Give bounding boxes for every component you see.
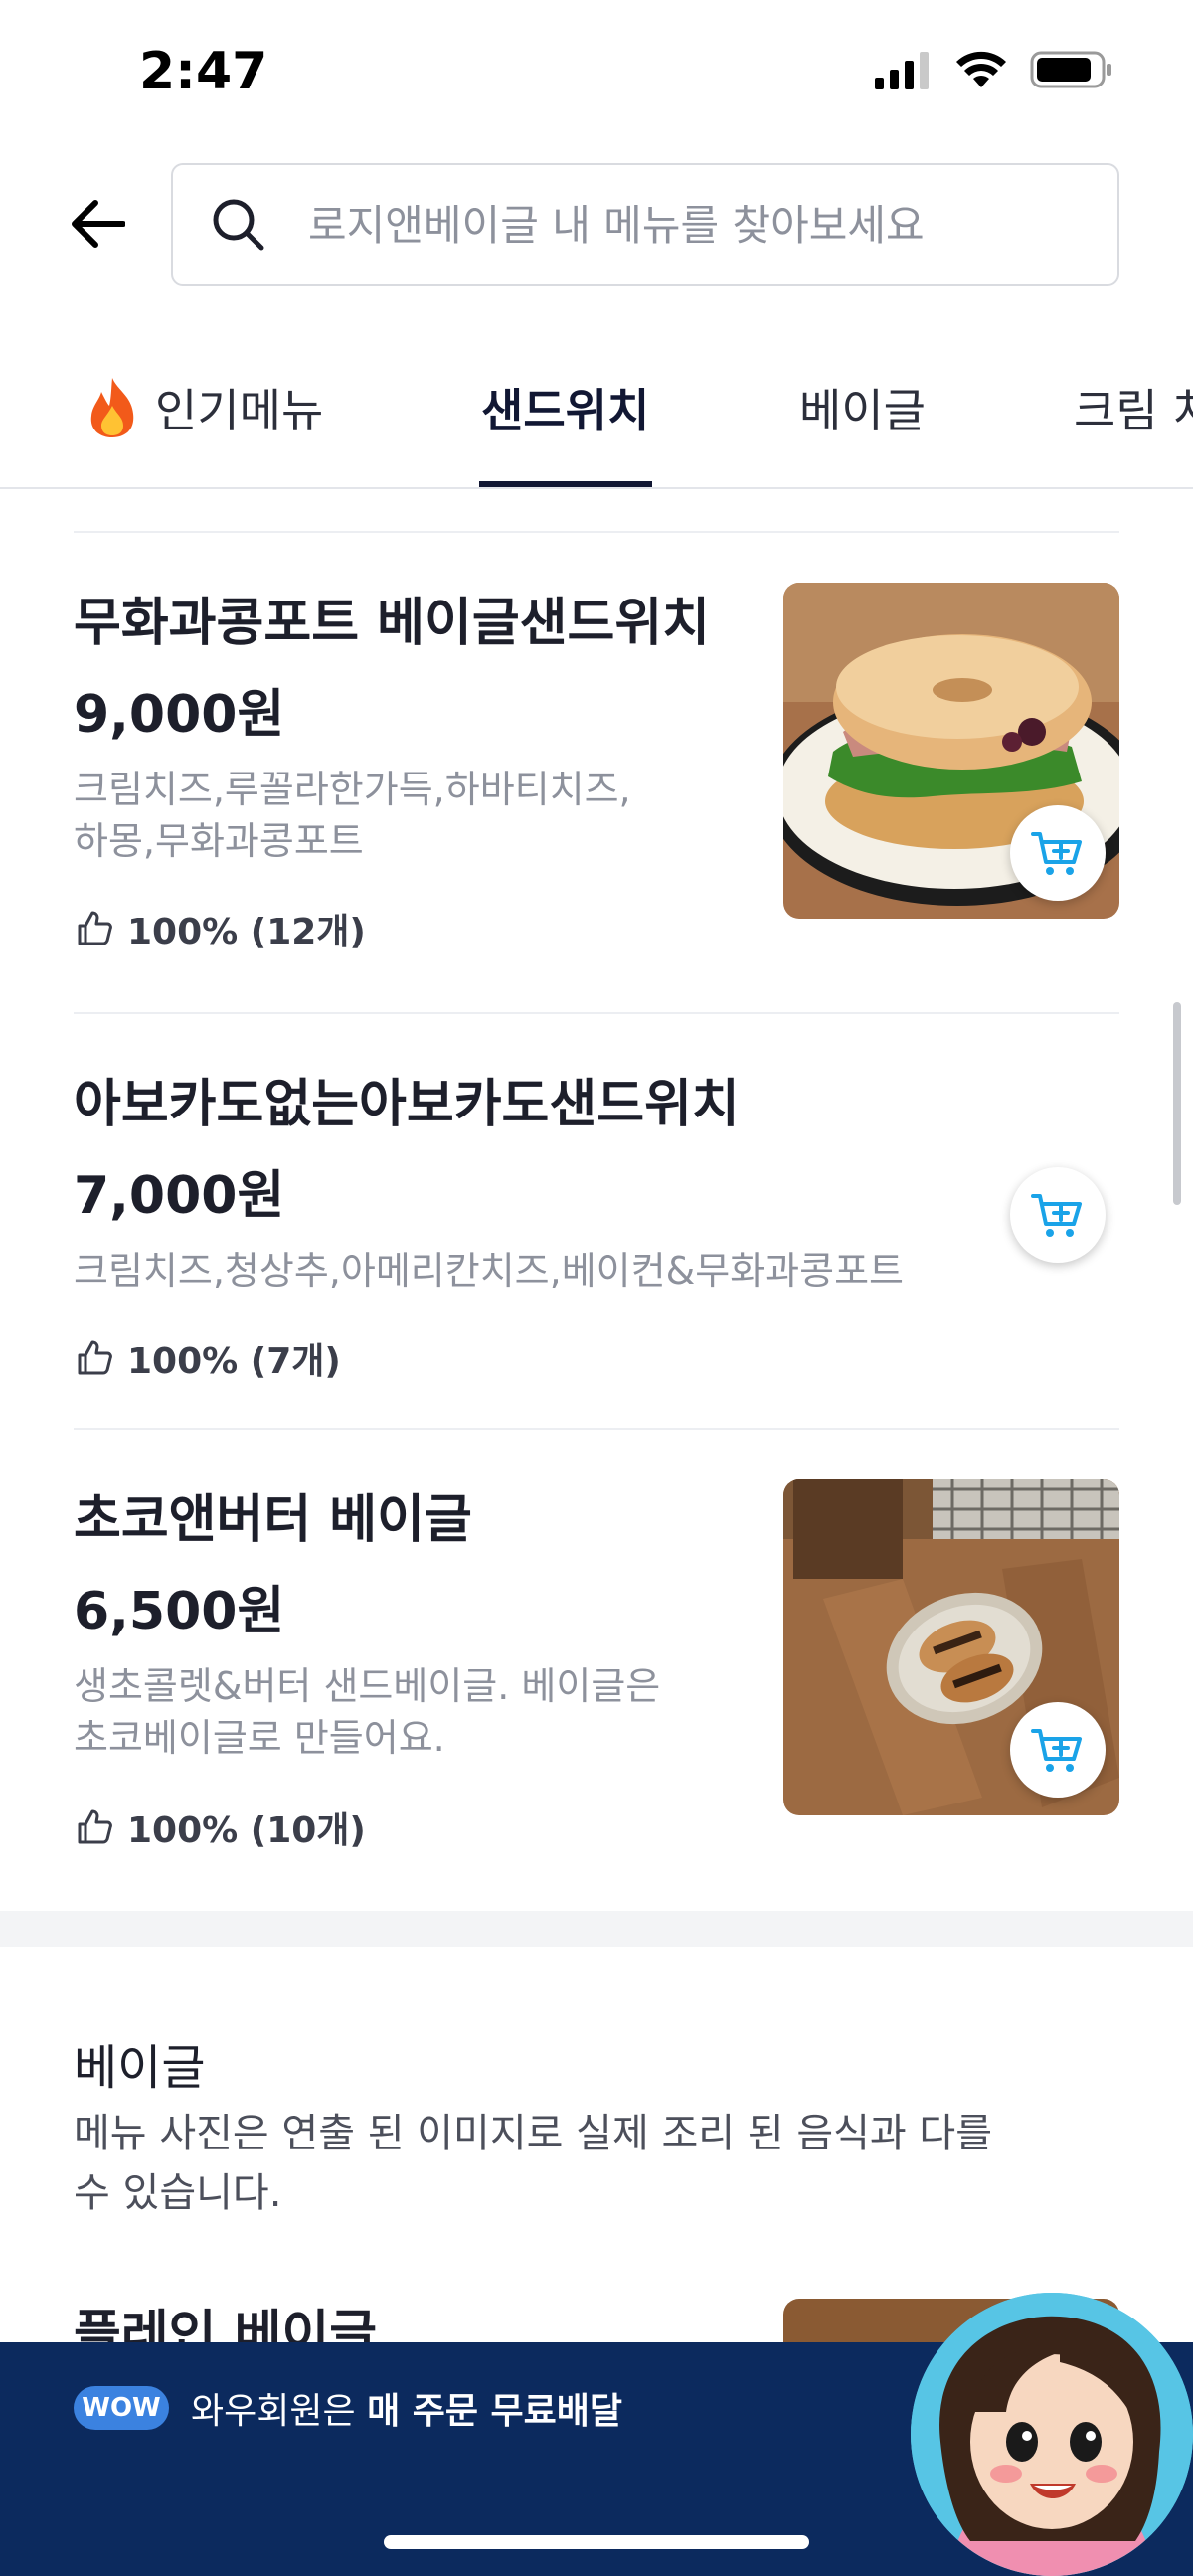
menu-item-description-line: 생초콜렛&버터 샌드베이글. 베이글은: [74, 1664, 661, 1708]
tab-sandwich[interactable]: 샌드위치: [481, 368, 649, 447]
thumbs-up-icon: [78, 911, 112, 945]
category-tabs: 인기메뉴 샌드위치 베이글 크림 치: [0, 328, 1193, 489]
fire-icon: [90, 378, 134, 437]
menu-item-description-line: 크림치즈,루꼴라한가득,하바티치즈,: [74, 768, 631, 811]
wifi-icon: [956, 51, 1006, 87]
add-to-cart-button[interactable]: [1010, 805, 1106, 901]
tab-sandwich-label: 샌드위치: [481, 384, 650, 437]
divider: [74, 531, 1119, 533]
wow-banner-text: 와우회원은 매 주문 무료배달: [191, 2382, 622, 2434]
tab-active-underline: [479, 481, 652, 487]
tab-popular[interactable]: 인기메뉴: [84, 368, 323, 447]
menu-item-name: 아보카도없는아보카도샌드위치: [74, 1075, 740, 1134]
add-to-cart-button[interactable]: [1010, 1702, 1106, 1798]
floating-avatar[interactable]: [911, 2293, 1193, 2576]
menu-item-price: 7,000원: [74, 1166, 285, 1226]
wow-banner-text-highlight: 매 주문 무료배달: [367, 2391, 622, 2432]
battery-icon: [1030, 51, 1111, 88]
menu-item-description: 크림치즈,루꼴라한가득,하바티치즈, 하몽,무화과콩포트: [74, 764, 769, 867]
add-to-cart-button[interactable]: [1010, 1167, 1106, 1263]
tab-bagel[interactable]: 베이글: [799, 368, 926, 447]
menu-item-description-line: 크림치즈,청상추,아메리칸치즈,베이컨&무화과콩포트: [74, 1249, 904, 1292]
status-bar: 2:47: [0, 0, 1193, 149]
menu-item-description-line: 하몽,무화과콩포트: [74, 819, 364, 863]
home-indicator: [384, 2535, 809, 2549]
wow-banner-text-prefix: 와우회원은: [191, 2391, 356, 2432]
menu-item-rating: 100% (10개): [76, 1802, 366, 1853]
section-title: 베이글: [74, 2040, 206, 2096]
thumbs-up-icon: [78, 1809, 112, 1844]
wow-badge: WOW: [74, 2386, 169, 2430]
tab-cream-cheese-label: 크림 치: [1074, 384, 1193, 437]
back-arrow-icon: [72, 200, 125, 248]
tab-popular-label: 인기메뉴: [155, 384, 324, 437]
menu-item-rating: 100% (12개): [76, 903, 366, 954]
menu-item[interactable]: 무화과콩포트 베이글샌드위치 9,000원 크림치즈,루꼴라한가득,하바티치즈,…: [0, 557, 1193, 1014]
menu-item-name: 초코앤버터 베이글: [74, 1490, 472, 1550]
back-button[interactable]: [60, 189, 135, 258]
search-icon: [213, 199, 264, 251]
section-description-line: 메뉴 사진은 연출 된 이미지로 실제 조리 된 음식과 다를: [74, 2111, 993, 2156]
cellular-signal-icon: [875, 52, 929, 89]
status-time: 2:47: [139, 42, 268, 101]
thumbs-up-icon: [78, 1340, 112, 1375]
menu-item-description-line: 초코베이글로 만들어요.: [74, 1716, 445, 1760]
menu-item-price: 9,000원: [74, 685, 285, 745]
menu-item-description: 크림치즈,청상추,아메리칸치즈,베이컨&무화과콩포트: [74, 1245, 1068, 1296]
divider: [74, 1428, 1119, 1430]
menu-item-rating-text: 100% (12개): [127, 912, 366, 952]
menu-item[interactable]: 초코앤버터 베이글 6,500원 생초콜렛&버터 샌드베이글. 베이글은 초코베…: [0, 1454, 1193, 1911]
menu-item-price: 6,500원: [74, 1582, 285, 1641]
menu-item-rating-text: 100% (10개): [127, 1810, 366, 1851]
cart-plus-icon: [1031, 832, 1082, 875]
cart-plus-icon: [1031, 1729, 1082, 1772]
section-separator: [0, 1911, 1193, 1947]
section-description: 메뉴 사진은 연출 된 이미지로 실제 조리 된 음식과 다를 수 있습니다.: [74, 2104, 1028, 2223]
menu-item-rating: 100% (7개): [76, 1332, 341, 1384]
search-input[interactable]: [308, 200, 1064, 250]
section-description-line: 수 있습니다.: [74, 2170, 282, 2216]
search-header: [0, 159, 1193, 288]
divider: [74, 1012, 1119, 1014]
cartoon-woman-avatar-icon: [911, 2293, 1193, 2576]
status-icons: [873, 50, 1113, 89]
tab-bagel-label: 베이글: [799, 384, 926, 437]
menu-item-name: 무화과콩포트 베이글샌드위치: [74, 594, 711, 653]
tab-cream-cheese[interactable]: 크림 치: [1074, 368, 1193, 447]
menu-item-rating-text: 100% (7개): [127, 1341, 341, 1382]
search-box[interactable]: [171, 163, 1119, 286]
menu-item-description: 생초콜렛&버터 샌드베이글. 베이글은 초코베이글로 만들어요.: [74, 1660, 769, 1764]
cart-plus-icon: [1031, 1194, 1082, 1237]
scrollbar[interactable]: [1173, 1002, 1181, 1205]
menu-item[interactable]: 아보카도없는아보카도샌드위치 7,000원 크림치즈,청상추,아메리칸치즈,베이…: [0, 1038, 1193, 1426]
